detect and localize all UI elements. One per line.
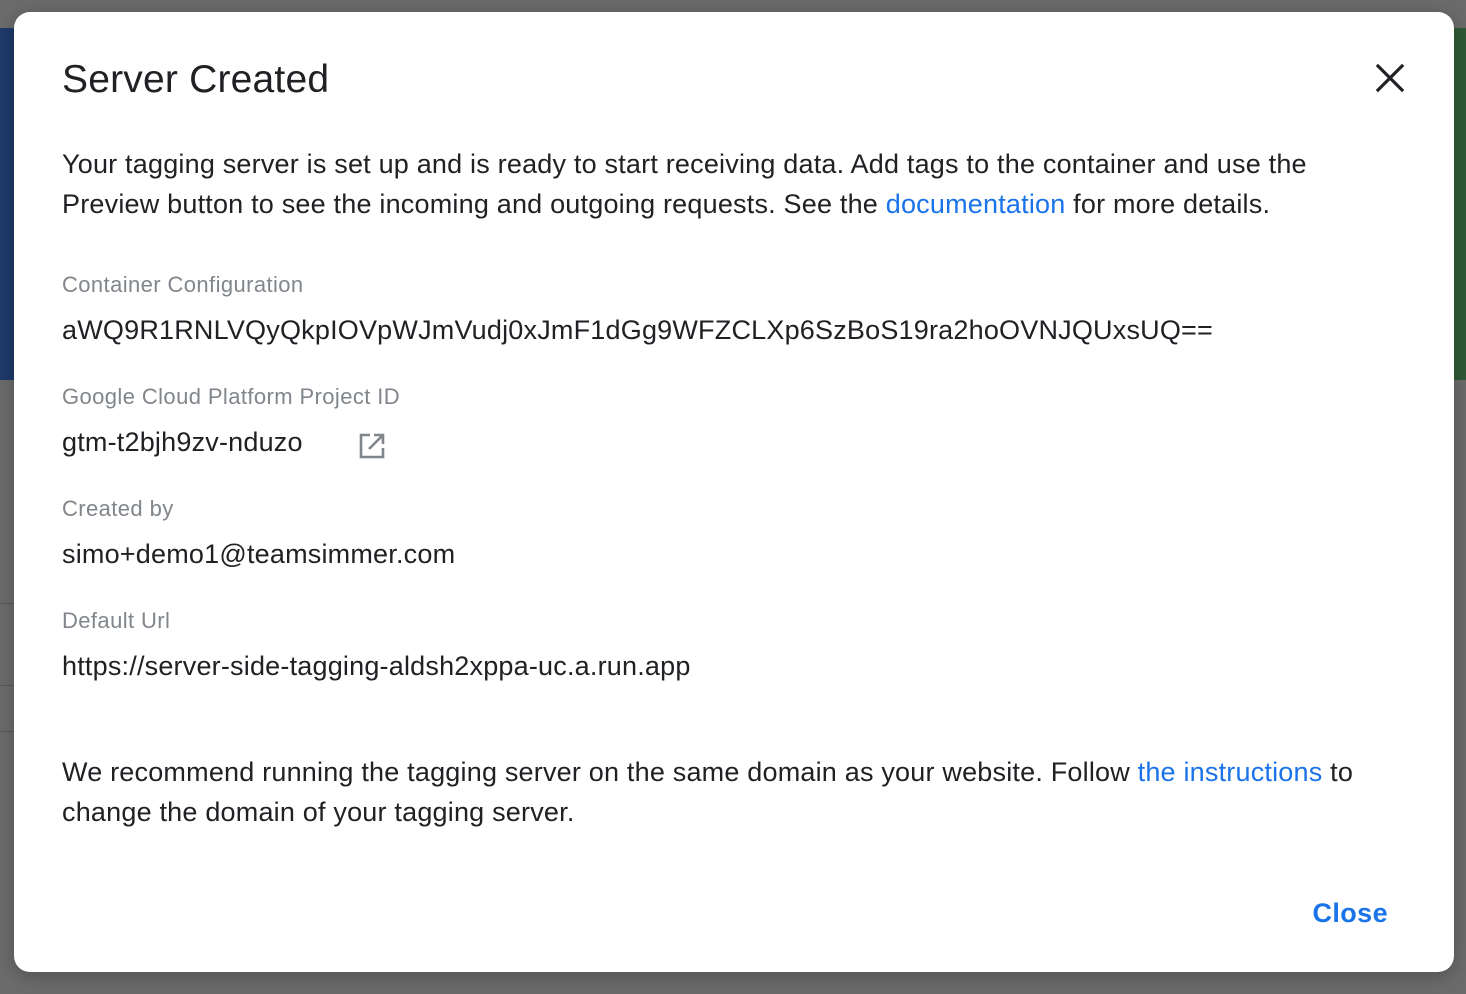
documentation-link[interactable]: documentation xyxy=(886,189,1066,219)
created-by-label: Created by xyxy=(62,496,174,521)
intro-text-end: for more details. xyxy=(1065,189,1271,219)
gcp-project-id-label: Google Cloud Platform Project ID xyxy=(62,384,401,409)
gcp-project-id-value: gtm-t2bjh9zv-nduzo xyxy=(62,427,303,457)
open-in-new-icon[interactable] xyxy=(357,431,387,461)
instructions-link[interactable]: the instructions xyxy=(1138,757,1323,787)
recommendation-text-start: We recommend running the tagging server … xyxy=(62,757,1138,787)
container-configuration-label: Container Configuration xyxy=(62,272,304,297)
server-created-dialog: Server Created Your tagging server is se… xyxy=(14,12,1454,972)
close-icon[interactable] xyxy=(1368,56,1412,100)
intro-text: Your tagging server is set up and is rea… xyxy=(62,144,1407,224)
close-button[interactable]: Close xyxy=(1312,898,1388,929)
default-url-value: https://server-side-tagging-aldsh2xppa-u… xyxy=(62,651,691,681)
recommendation-text: We recommend running the tagging server … xyxy=(62,752,1407,832)
default-url-label: Default Url xyxy=(62,608,171,633)
dialog-title: Server Created xyxy=(62,58,330,101)
container-configuration-value: aWQ9R1RNLVQyQkpIOVpWJmVudj0xJmF1dGg9WFZC… xyxy=(62,315,1213,345)
created-by-value: simo+demo1@teamsimmer.com xyxy=(62,539,456,569)
